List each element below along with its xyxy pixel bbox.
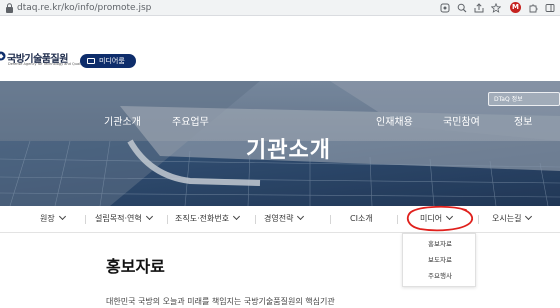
hero-menu-business[interactable]: 주요업무: [172, 113, 209, 128]
divider: [478, 215, 479, 224]
page-title: 홍보자료: [106, 257, 165, 276]
chevron-down-icon: [297, 212, 305, 221]
chevron-down-icon: [525, 212, 533, 221]
subnav-directions[interactable]: 오시는길: [492, 206, 533, 232]
lock-icon: [6, 3, 13, 13]
search-scope-select[interactable]: DTaQ 정보: [494, 94, 523, 106]
subnav-organization[interactable]: 조직도·전화번호: [175, 206, 241, 232]
media-room-button[interactable]: 미디어룸: [80, 54, 136, 68]
media-dropdown-menu: 홍보자료 보도자료 주요행사: [402, 233, 476, 287]
logo-subtext: Defense Agency for Technology and Qualit…: [8, 62, 85, 66]
bookmark-star-icon[interactable]: [491, 3, 501, 13]
share-icon[interactable]: [474, 3, 484, 13]
dropdown-item-promo[interactable]: 홍보자료: [403, 239, 477, 249]
browser-address-bar: dtaq.re.kr/ko/info/promote.jsp M: [0, 0, 560, 16]
url-text[interactable]: dtaq.re.kr/ko/info/promote.jsp: [17, 2, 151, 14]
subnav-director[interactable]: 원장: [40, 206, 66, 232]
hero-menu-recruit[interactable]: 인재채용: [376, 113, 413, 128]
dropdown-item-events[interactable]: 주요행사: [403, 271, 477, 281]
chevron-down-icon: [58, 212, 66, 221]
sidebar-icon[interactable]: [545, 3, 555, 13]
monitor-icon: [87, 58, 95, 64]
media-room-label: 미디어룸: [99, 57, 125, 65]
chevron-down-icon: [145, 212, 153, 221]
site-header: [0, 16, 560, 80]
hero-menu-info[interactable]: 정보: [514, 113, 532, 128]
divider: [85, 215, 86, 224]
profile-avatar[interactable]: M: [510, 2, 521, 13]
hero-banner: 기관소개 주요업무 인재채용 국민참여 정보 DTaQ 정보 기관소개: [0, 81, 560, 206]
divider: [167, 215, 168, 224]
subnav-ci[interactable]: CI소개: [350, 206, 373, 232]
logo-emblem-icon: [0, 51, 6, 61]
dropdown-item-press[interactable]: 보도자료: [403, 255, 477, 265]
intro-text: 대한민국 국방의 오늘과 미래를 책임지는 국방기술품질원의 핵심기관: [106, 297, 335, 306]
hero-menu-about[interactable]: 기관소개: [104, 113, 141, 128]
divider: [397, 215, 398, 224]
google-lens-icon[interactable]: [440, 3, 450, 13]
site-search-box[interactable]: DTaQ 정보: [488, 92, 560, 106]
hero-title: 기관소개: [246, 138, 331, 163]
divider: [330, 215, 331, 224]
chevron-down-icon: [233, 212, 241, 221]
annotation-circle-icon: [406, 205, 474, 232]
subnav-strategy[interactable]: 경영전략: [264, 206, 305, 232]
zoom-icon[interactable]: [457, 3, 467, 13]
hero-menu-participation[interactable]: 국민참여: [443, 113, 480, 128]
extensions-icon[interactable]: [528, 3, 538, 13]
divider: [255, 215, 256, 224]
subnav-history[interactable]: 설립목적·연혁: [95, 206, 153, 232]
